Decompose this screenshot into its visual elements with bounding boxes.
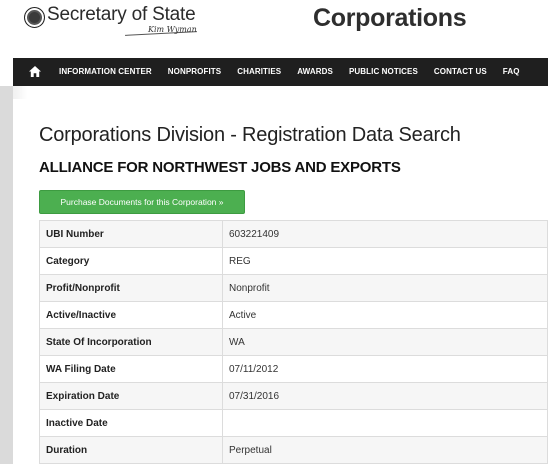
home-icon[interactable] [29, 58, 51, 86]
page-title: Corporations Division - Registration Dat… [39, 124, 461, 146]
site-header: Secretary of State Kim Wyman Corporation… [0, 0, 548, 56]
registration-data-table: UBI Number 603221409 Category REG Profit… [39, 220, 548, 464]
nav-item-nonprofits[interactable]: NONPROFITS [160, 58, 229, 86]
table-row: Category REG [39, 247, 548, 275]
category-label: Category [39, 247, 223, 275]
table-row: Expiration Date 07/31/2016 [39, 382, 548, 410]
duration-value: Perpetual [222, 436, 548, 464]
nav-item-contact-us[interactable]: CONTACT US [426, 58, 495, 86]
table-row: State Of Incorporation WA [39, 328, 548, 356]
main-content: Corporations Division - Registration Dat… [13, 99, 548, 464]
wa-filing-date-label: WA Filing Date [39, 355, 223, 383]
nav-item-information-center[interactable]: INFORMATION CENTER [51, 58, 160, 86]
duration-label: Duration [39, 436, 223, 464]
nav-item-public-notices[interactable]: PUBLIC NOTICES [341, 58, 426, 86]
nav-item-charities[interactable]: CHARITIES [229, 58, 289, 86]
state-of-incorporation-label: State Of Incorporation [39, 328, 223, 356]
signature: Kim Wyman [148, 25, 197, 34]
ubi-number-label: UBI Number [39, 220, 223, 248]
expiration-date-label: Expiration Date [39, 382, 223, 410]
nav-item-awards[interactable]: AWARDS [289, 58, 341, 86]
wa-filing-date-value: 07/11/2012 [222, 355, 548, 383]
ubi-number-value: 603221409 [222, 220, 548, 248]
table-row: Active/Inactive Active [39, 301, 548, 329]
main-nav: INFORMATION CENTER NONPROFITS CHARITIES … [13, 58, 548, 86]
profit-nonprofit-value: Nonprofit [222, 274, 548, 302]
site-logo-text[interactable]: Secretary of State [47, 4, 196, 26]
table-row: UBI Number 603221409 [39, 220, 548, 248]
section-title: Corporations [313, 4, 467, 32]
background-image-edge [0, 86, 13, 464]
table-row: WA Filing Date 07/11/2012 [39, 355, 548, 383]
table-row: Duration Perpetual [39, 436, 548, 464]
corporation-name: ALLIANCE FOR NORTHWEST JOBS AND EXPORTS [39, 159, 401, 176]
purchase-documents-button[interactable]: Purchase Documents for this Corporation … [39, 190, 245, 214]
profit-nonprofit-label: Profit/Nonprofit [39, 274, 223, 302]
state-seal-icon[interactable] [24, 7, 45, 28]
category-value: REG [222, 247, 548, 275]
nav-item-faq[interactable]: FAQ [495, 58, 528, 86]
active-inactive-label: Active/Inactive [39, 301, 223, 329]
expiration-date-value: 07/31/2016 [222, 382, 548, 410]
inactive-date-label: Inactive Date [39, 409, 223, 437]
table-row: Inactive Date [39, 409, 548, 437]
table-row: Profit/Nonprofit Nonprofit [39, 274, 548, 302]
inactive-date-value [222, 409, 548, 437]
state-of-incorporation-value: WA [222, 328, 548, 356]
active-inactive-value: Active [222, 301, 548, 329]
